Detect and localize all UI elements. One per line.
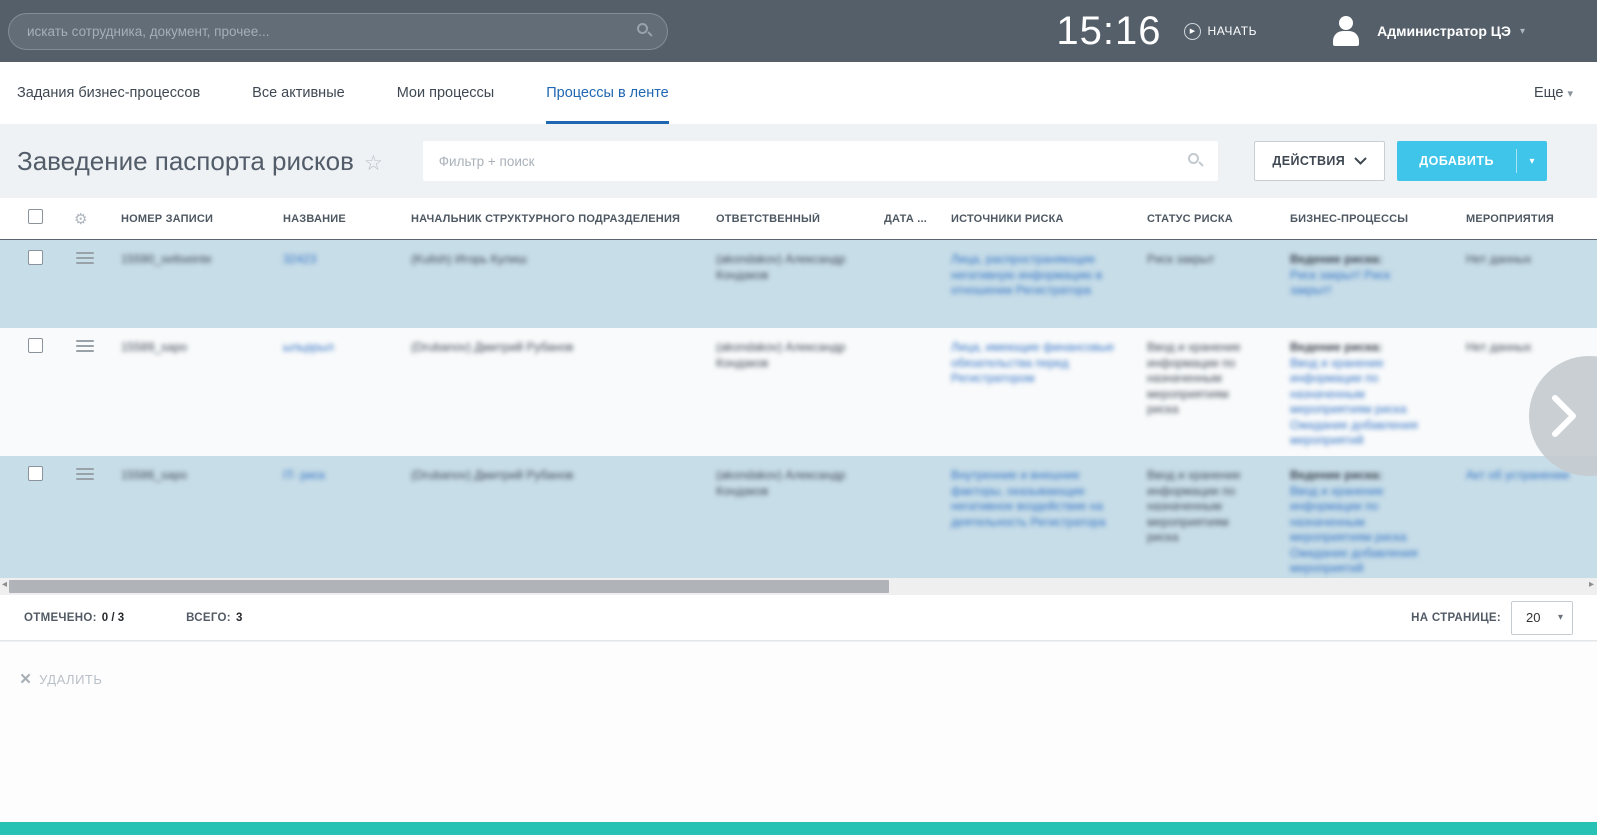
record-number: 15590_seltseinte <box>121 252 212 266</box>
col-record-number[interactable]: НОМЕР ЗАПИСИ <box>105 213 267 225</box>
business-process-title: Ведение риска: <box>1290 468 1382 482</box>
business-process-links[interactable]: Ввод и хранение информации по назначенны… <box>1290 356 1418 448</box>
chevron-down-icon: ▾ <box>1567 88 1573 100</box>
table-row[interactable]: 15590_seltseinte 32423 (Kulish) Игорь Ку… <box>0 240 1597 328</box>
row-checkbox[interactable] <box>28 466 43 481</box>
start-button[interactable]: ▶ НАЧАТЬ <box>1184 23 1258 40</box>
delete-button[interactable]: × УДАЛИТЬ <box>20 670 102 689</box>
global-search-input[interactable] <box>27 24 637 39</box>
department-head: (Drubanov) Дмитрий Рубанов <box>411 340 573 354</box>
per-page-label: НА СТРАНИЦЕ: <box>1411 612 1501 624</box>
risk-sources-link[interactable]: Лица, распространяющие негативную информ… <box>951 252 1102 297</box>
record-name-link[interactable]: 32423 <box>283 252 316 266</box>
favorite-star-icon[interactable]: ☆ <box>364 151 383 176</box>
bottom-panel: × УДАЛИТЬ <box>0 641 1597 822</box>
topbar: 15:16 ▶ НАЧАТЬ Администратор ЦЭ ▾ <box>0 0 1597 62</box>
total-value: 3 <box>236 612 242 624</box>
chevron-down-icon: ▾ <box>1558 612 1563 623</box>
chevron-right-icon <box>1551 394 1577 438</box>
search-icon[interactable] <box>637 23 653 39</box>
checked-value: 0 / 3 <box>102 612 124 624</box>
chevron-down-icon <box>1354 157 1367 165</box>
col-business-processes[interactable]: БИЗНЕС-ПРОЦЕССЫ <box>1274 213 1450 225</box>
business-process-links[interactable]: Ввод и хранение информации по назначенны… <box>1290 484 1418 576</box>
checked-label: ОТМЕЧЕНО: <box>24 612 97 624</box>
col-name[interactable]: НАЗВАНИЕ <box>267 213 395 225</box>
tab-processes-in-feed[interactable]: Процессы в ленте <box>546 62 669 124</box>
scroll-right-arrow-icon[interactable]: ▸ <box>1589 579 1594 590</box>
risk-status: Ввод и хранение информации по назначенны… <box>1147 340 1241 416</box>
business-process-title: Ведение риска: <box>1290 340 1382 354</box>
global-search[interactable] <box>8 13 668 50</box>
bottom-accent-strip <box>0 822 1597 835</box>
toolbar: Заведение паспорта рисков ☆ ДЕЙСТВИЯ ДОБ… <box>0 124 1597 198</box>
col-activities[interactable]: МЕРОПРИЯТИЯ <box>1450 213 1597 225</box>
responsible: (akondakov) Александр Кондаков <box>716 340 845 370</box>
delete-x-icon: × <box>20 670 31 689</box>
filter-search-icon[interactable] <box>1188 153 1204 169</box>
drag-handle-icon[interactable] <box>76 468 94 480</box>
tab-business-process-tasks[interactable]: Задания бизнес-процессов <box>17 62 200 124</box>
drag-handle-icon[interactable] <box>76 340 94 352</box>
row-checkbox[interactable] <box>28 338 43 353</box>
user-name[interactable]: Администратор ЦЭ <box>1377 23 1511 39</box>
filter-search-input[interactable] <box>439 154 1188 169</box>
user-menu-chevron-icon[interactable]: ▾ <box>1520 26 1525 37</box>
col-department-head[interactable]: НАЧАЛЬНИК СТРУКТУРНОГО ПОДРАЗДЕЛЕНИЯ <box>395 213 700 225</box>
add-menu-chevron-icon[interactable]: ▾ <box>1517 141 1547 181</box>
page-title: Заведение паспорта рисков <box>17 146 354 177</box>
process-tabs: Задания бизнес-процессов Все активные Мо… <box>0 62 1597 124</box>
department-head: (Drubanov) Дмитрий Рубанов <box>411 468 573 482</box>
risk-sources-link[interactable]: Внутренние и внешние факторы, оказывающи… <box>951 468 1106 529</box>
risk-sources-link[interactable]: Лица, имеющие финансовые обязательства п… <box>951 340 1114 385</box>
business-process-title: Ведение риска: <box>1290 252 1382 266</box>
per-page-select[interactable]: 20 ▾ <box>1511 601 1573 635</box>
actions-button[interactable]: ДЕЙСТВИЯ <box>1254 141 1385 181</box>
scroll-left-arrow-icon[interactable]: ◂ <box>2 579 7 590</box>
grid-footer: ОТМЕЧЕНО: 0 / 3 ВСЕГО: 3 НА СТРАНИЦЕ: 20… <box>0 595 1597 641</box>
clock: 15:16 <box>1056 9 1161 54</box>
filter-search[interactable] <box>423 141 1218 181</box>
row-checkbox[interactable] <box>28 250 43 265</box>
grid-header: ⚙ НОМЕР ЗАПИСИ НАЗВАНИЕ НАЧАЛЬНИК СТРУКТ… <box>0 198 1597 240</box>
total-label: ВСЕГО: <box>186 612 231 624</box>
record-name-link[interactable]: IT- риск <box>283 468 325 482</box>
tabs-more-button[interactable]: Еще▾ <box>1534 85 1573 101</box>
record-name-link[interactable]: ыльррыл <box>283 340 334 354</box>
add-button[interactable]: ДОБАВИТЬ ▾ <box>1397 141 1547 181</box>
col-risk-sources[interactable]: ИСТОЧНИКИ РИСКА <box>935 213 1131 225</box>
department-head: (Kulish) Игорь Кулиш <box>411 252 527 266</box>
record-number: 15586_sapo <box>121 468 187 482</box>
table-row[interactable]: 15586_sapo IT- риск (Drubanov) Дмитрий Р… <box>0 456 1597 578</box>
user-avatar[interactable] <box>1329 14 1363 48</box>
select-all-checkbox[interactable] <box>28 209 43 224</box>
col-risk-status[interactable]: СТАТУС РИСКА <box>1131 213 1274 225</box>
grid-body: 15590_seltseinte 32423 (Kulish) Игорь Ку… <box>0 240 1597 578</box>
drag-handle-icon[interactable] <box>76 252 94 264</box>
play-icon: ▶ <box>1184 23 1201 40</box>
responsible: (akondakov) Александр Кондаков <box>716 252 845 282</box>
responsible: (akondakov) Александр Кондаков <box>716 468 845 498</box>
scrollbar-thumb[interactable] <box>9 580 889 593</box>
tab-my-processes[interactable]: Мои процессы <box>397 62 495 124</box>
col-responsible[interactable]: ОТВЕТСТВЕННЫЙ <box>700 213 868 225</box>
activities: Нет данных <box>1466 340 1531 354</box>
business-process-links[interactable]: Риск закрыт! Риск закрыт! <box>1290 268 1390 298</box>
activities: Нет данных <box>1466 252 1531 266</box>
tab-all-active[interactable]: Все активные <box>252 62 345 124</box>
record-number: 15589_sapo <box>121 340 187 354</box>
risk-status: Ввод и хранение информации по назначенны… <box>1147 468 1241 544</box>
risk-status: Риск закрыт <box>1147 252 1215 266</box>
activities-link[interactable]: Акт об устранении <box>1466 468 1569 482</box>
table-row[interactable]: 15589_sapo ыльррыл (Drubanov) Дмитрий Ру… <box>0 328 1597 456</box>
grid-settings-gear-icon[interactable]: ⚙ <box>62 210 105 228</box>
horizontal-scrollbar[interactable]: ◂ ▸ <box>0 578 1597 595</box>
col-date[interactable]: ДАТА ... <box>868 213 935 225</box>
